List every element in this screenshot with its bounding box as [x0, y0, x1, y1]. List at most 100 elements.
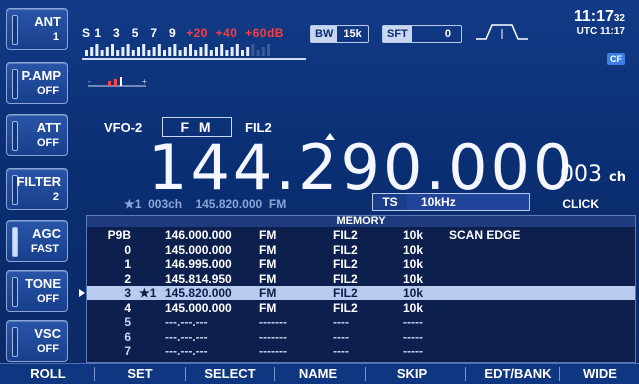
- softkey-divider: [185, 367, 186, 381]
- memory-row[interactable]: 6 ---.---.--- ------- ---- -----: [87, 330, 635, 344]
- softkey-divider: [365, 367, 366, 381]
- memory-subline: ★1 003ch 145.820.000 FM: [124, 197, 287, 211]
- softkey-filter[interactable]: FILTER 2: [6, 168, 68, 210]
- memory-frequency: 145.820.000: [165, 286, 232, 300]
- s-meter-segment: [199, 47, 203, 56]
- tuning-step-label: TS: [373, 194, 407, 210]
- softkey-roll[interactable]: ROLL: [8, 364, 88, 384]
- utc-time: UTC 11:17: [576, 26, 625, 37]
- memory-row[interactable]: 2 145.814.950 FM FIL2 10k: [87, 272, 635, 286]
- memory-filter: FIL2: [333, 257, 358, 271]
- bandwidth-label: BW: [311, 26, 338, 42]
- softkey-agc[interactable]: AGC FAST: [6, 220, 68, 262]
- memory-tuning-step: 10k: [403, 300, 424, 315]
- softkey-skip[interactable]: SKIP: [372, 364, 452, 384]
- softkey-value: OFF: [37, 343, 59, 355]
- memory-filter: FIL2: [333, 228, 358, 242]
- passband-icon: [476, 24, 528, 40]
- memory-channel: 0: [124, 242, 131, 257]
- memory-filter: ----: [333, 329, 349, 344]
- softkey-select[interactable]: SELECT: [190, 364, 270, 384]
- memory-row[interactable]: 0 145.000.000 FM FIL2 10k: [87, 243, 635, 257]
- radio-screen: ANT 1 P.AMP OFF ATT OFF FILTER 2 AGC FAST TONE OFF V…: [0, 0, 639, 384]
- selection-pointer-icon: [79, 289, 85, 297]
- memory-filter: FIL2: [333, 242, 358, 257]
- memory-tuning-step: -----: [403, 329, 423, 344]
- clock-time: 11:17: [573, 8, 614, 25]
- softkey-divider: [465, 367, 466, 381]
- softkey-edt-bank[interactable]: EDT/BANK: [473, 364, 563, 384]
- s-meter-segment: [126, 44, 130, 56]
- memory-mode: FM: [259, 257, 277, 271]
- softkey-value: 1: [52, 31, 59, 43]
- memory-row[interactable]: P9B 146.000.000 FM FIL2 10k SCAN EDGE: [87, 228, 635, 242]
- shift-value: 0: [444, 28, 451, 40]
- bandwidth-value: 15k: [343, 28, 362, 40]
- softkey-vsc[interactable]: VSC OFF: [6, 320, 68, 362]
- memory-channel: 4: [124, 300, 131, 315]
- softkey-name[interactable]: NAME: [278, 364, 358, 384]
- softkey-label: VSC: [34, 326, 61, 341]
- softkey-value: OFF: [37, 293, 59, 305]
- s-meter-segment: [173, 44, 177, 56]
- memory-frequency: 145.000.000: [165, 300, 232, 315]
- memory-tuning-step: -----: [403, 315, 423, 329]
- s-meter-segment: [142, 44, 146, 56]
- memory-frequency: ---.---.---: [165, 329, 208, 344]
- softkey-label: ATT: [36, 120, 61, 135]
- softkey-indicator: [12, 121, 18, 151]
- memory-tuning-step: 10k: [403, 228, 424, 242]
- softkey-indicator: [12, 15, 18, 45]
- tuning-step-value: 10kHz: [407, 194, 529, 210]
- memory-list: MEMORY P9B 146.000.000 FM FIL2 10k SCAN EDGE 0…: [79, 215, 636, 363]
- memory-row[interactable]: 5 ---.---.--- ------- ---- -----: [87, 315, 635, 329]
- s-meter-segment: [105, 47, 109, 56]
- s-meter-segment: [230, 47, 234, 56]
- softkey-ant[interactable]: ANT 1: [6, 8, 68, 50]
- memory-channel: P9B: [107, 228, 131, 242]
- s-meter-segment: [225, 50, 229, 56]
- memory-filter: ----: [333, 344, 349, 358]
- memory-list-title: MEMORY: [87, 216, 635, 227]
- memory-mode: -------: [259, 329, 287, 344]
- softkey-label: ANT: [34, 14, 61, 29]
- softkey-att[interactable]: ATT OFF: [6, 114, 68, 156]
- s-meter-segment: [90, 47, 94, 56]
- s-meter-segment: [85, 50, 88, 56]
- s-meter-segment: [121, 47, 125, 56]
- channel-unit: ch: [609, 170, 626, 185]
- svg-text:+: +: [142, 77, 147, 86]
- memory-mode: FM: [259, 300, 277, 315]
- memory-tuning-step: 10k: [403, 286, 424, 300]
- softkey-set[interactable]: SET: [100, 364, 180, 384]
- memory-tuning-step: 10k: [403, 257, 424, 271]
- memory-mode: -------: [259, 344, 287, 358]
- power-meter: - +: [88, 77, 147, 87]
- memory-name: SCAN EDGE: [449, 228, 521, 242]
- s-meter-segment: [116, 50, 120, 56]
- softkey-divider: [274, 367, 275, 381]
- memory-row[interactable]: 4 145.000.000 FM FIL2 10k: [87, 301, 635, 315]
- click-indicator: CLICK: [562, 197, 599, 211]
- s-meter-bargraph: [85, 44, 270, 56]
- memory-row[interactable]: 1 146.995.000 FM FIL2 10k: [87, 257, 635, 271]
- memory-tuning-step: -----: [403, 344, 423, 358]
- s-meter-segment: [246, 47, 250, 56]
- memory-row[interactable]: 7 ---.---.--- ------- ---- -----: [87, 344, 635, 358]
- softkey-wide[interactable]: WIDE: [565, 364, 635, 384]
- memory-channel: 5: [124, 315, 131, 329]
- memory-row[interactable]: 3 ★1 145.820.000 FM FIL2 10k: [79, 286, 635, 300]
- softkey-tone[interactable]: TONE OFF: [6, 270, 68, 312]
- s-meter-segment: [137, 47, 140, 56]
- softkey-divider: [559, 367, 560, 381]
- softkey-divider: [94, 367, 95, 381]
- s-meter-scale-over: +20 +40 +60dB: [186, 26, 284, 40]
- memory-filter: FIL2: [333, 300, 358, 315]
- s-meter-segment: [241, 50, 244, 56]
- shift-label: SFT: [383, 26, 412, 42]
- s-meter-segment: [152, 47, 156, 56]
- softkey-p-amp[interactable]: P.AMP OFF: [6, 62, 68, 104]
- s-meter-segment: [157, 44, 161, 56]
- softkey-label: FILTER: [16, 174, 61, 189]
- s-meter-segment: [215, 47, 218, 56]
